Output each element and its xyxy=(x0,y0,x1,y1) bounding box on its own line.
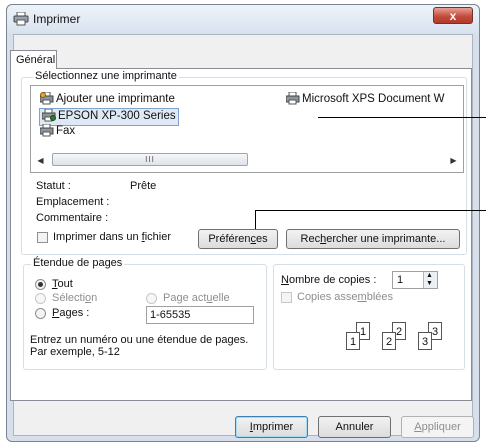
collate-label[interactable]: Copies assemblées xyxy=(297,291,393,303)
window-title: Imprimer xyxy=(33,12,81,26)
printer-add-label: Ajouter une imprimante xyxy=(56,93,175,105)
close-button[interactable]: x xyxy=(433,7,473,24)
range-help-line1: Entrez un numéro ou une étendue de pages… xyxy=(30,334,249,346)
range-pages-radio[interactable] xyxy=(35,308,46,319)
printer-group-legend: Sélectionnez une imprimante xyxy=(33,70,179,82)
page-range-legend: Étendue de pages xyxy=(31,257,125,269)
print-to-file-label[interactable]: Imprimer dans un fichier xyxy=(53,231,171,243)
printer-epson-label: EPSON XP-300 Series xyxy=(58,110,176,122)
cancel-button[interactable]: Annuler xyxy=(318,416,391,438)
tab-general[interactable]: Général xyxy=(10,50,57,69)
comment-label: Commentaire : xyxy=(36,212,109,224)
printer-icon xyxy=(285,91,300,108)
range-current-page-label[interactable]: Page actuelle xyxy=(163,292,230,304)
title-bar[interactable]: Imprimer x xyxy=(7,5,479,33)
scroll-left-icon[interactable]: ◀ xyxy=(32,152,49,169)
callout-line-printer xyxy=(318,117,486,118)
apply-button[interactable]: Appliquer xyxy=(401,416,474,438)
copies-spinner[interactable]: ▲ ▼ xyxy=(423,272,437,288)
add-printer-icon xyxy=(39,91,54,108)
range-selection-radio[interactable] xyxy=(35,293,46,304)
scrollbar-thumb[interactable]: III xyxy=(52,153,248,166)
printer-fax-item[interactable]: Fax xyxy=(39,123,76,140)
range-selection-label[interactable]: Sélection xyxy=(52,292,97,304)
print-to-file-checkbox[interactable] xyxy=(37,232,48,243)
close-icon: x xyxy=(449,9,457,23)
spin-up-icon[interactable]: ▲ xyxy=(426,272,433,280)
status-value: Prête xyxy=(130,180,157,192)
pages-input[interactable]: 1-65535 xyxy=(146,306,254,324)
location-label: Emplacement : xyxy=(36,196,110,208)
collate-page-2-front: 2 xyxy=(382,332,396,350)
fax-icon xyxy=(39,123,54,140)
callout-line-preferences-h xyxy=(255,210,486,211)
collate-checkbox[interactable] xyxy=(281,292,292,303)
spin-down-icon[interactable]: ▼ xyxy=(426,280,433,288)
find-printer-button[interactable]: Rechercher une imprimante... xyxy=(286,229,460,249)
printer-xps-label: Microsoft XPS Document W xyxy=(302,93,445,105)
range-all-radio[interactable] xyxy=(35,279,46,290)
range-current-page-radio[interactable] xyxy=(146,293,157,304)
scroll-right-icon[interactable]: ▶ xyxy=(445,152,462,169)
status-label: Statut : xyxy=(36,180,71,192)
collate-illustration: 1 1 2 2 3 3 xyxy=(344,318,444,358)
range-all-label[interactable]: Tout xyxy=(52,278,73,290)
printer-add-item[interactable]: Ajouter une imprimante xyxy=(39,91,175,108)
printer-icon xyxy=(41,108,56,125)
callout-line-preferences-v xyxy=(255,210,256,229)
print-button[interactable]: Imprimer xyxy=(235,416,308,438)
printer-icon xyxy=(13,11,29,29)
printer-xps-item[interactable]: Microsoft XPS Document W xyxy=(285,91,445,108)
range-pages-label[interactable]: Pages : xyxy=(52,307,89,319)
collate-page-1-front: 1 xyxy=(346,332,360,350)
printer-fax-label: Fax xyxy=(56,125,76,137)
collate-page-3-front: 3 xyxy=(418,332,432,350)
copies-count-label: Nombre de copies : xyxy=(281,274,377,286)
preferences-button[interactable]: Préférences xyxy=(198,229,278,249)
range-help-line2: Par exemple, 5-12 xyxy=(30,346,120,358)
